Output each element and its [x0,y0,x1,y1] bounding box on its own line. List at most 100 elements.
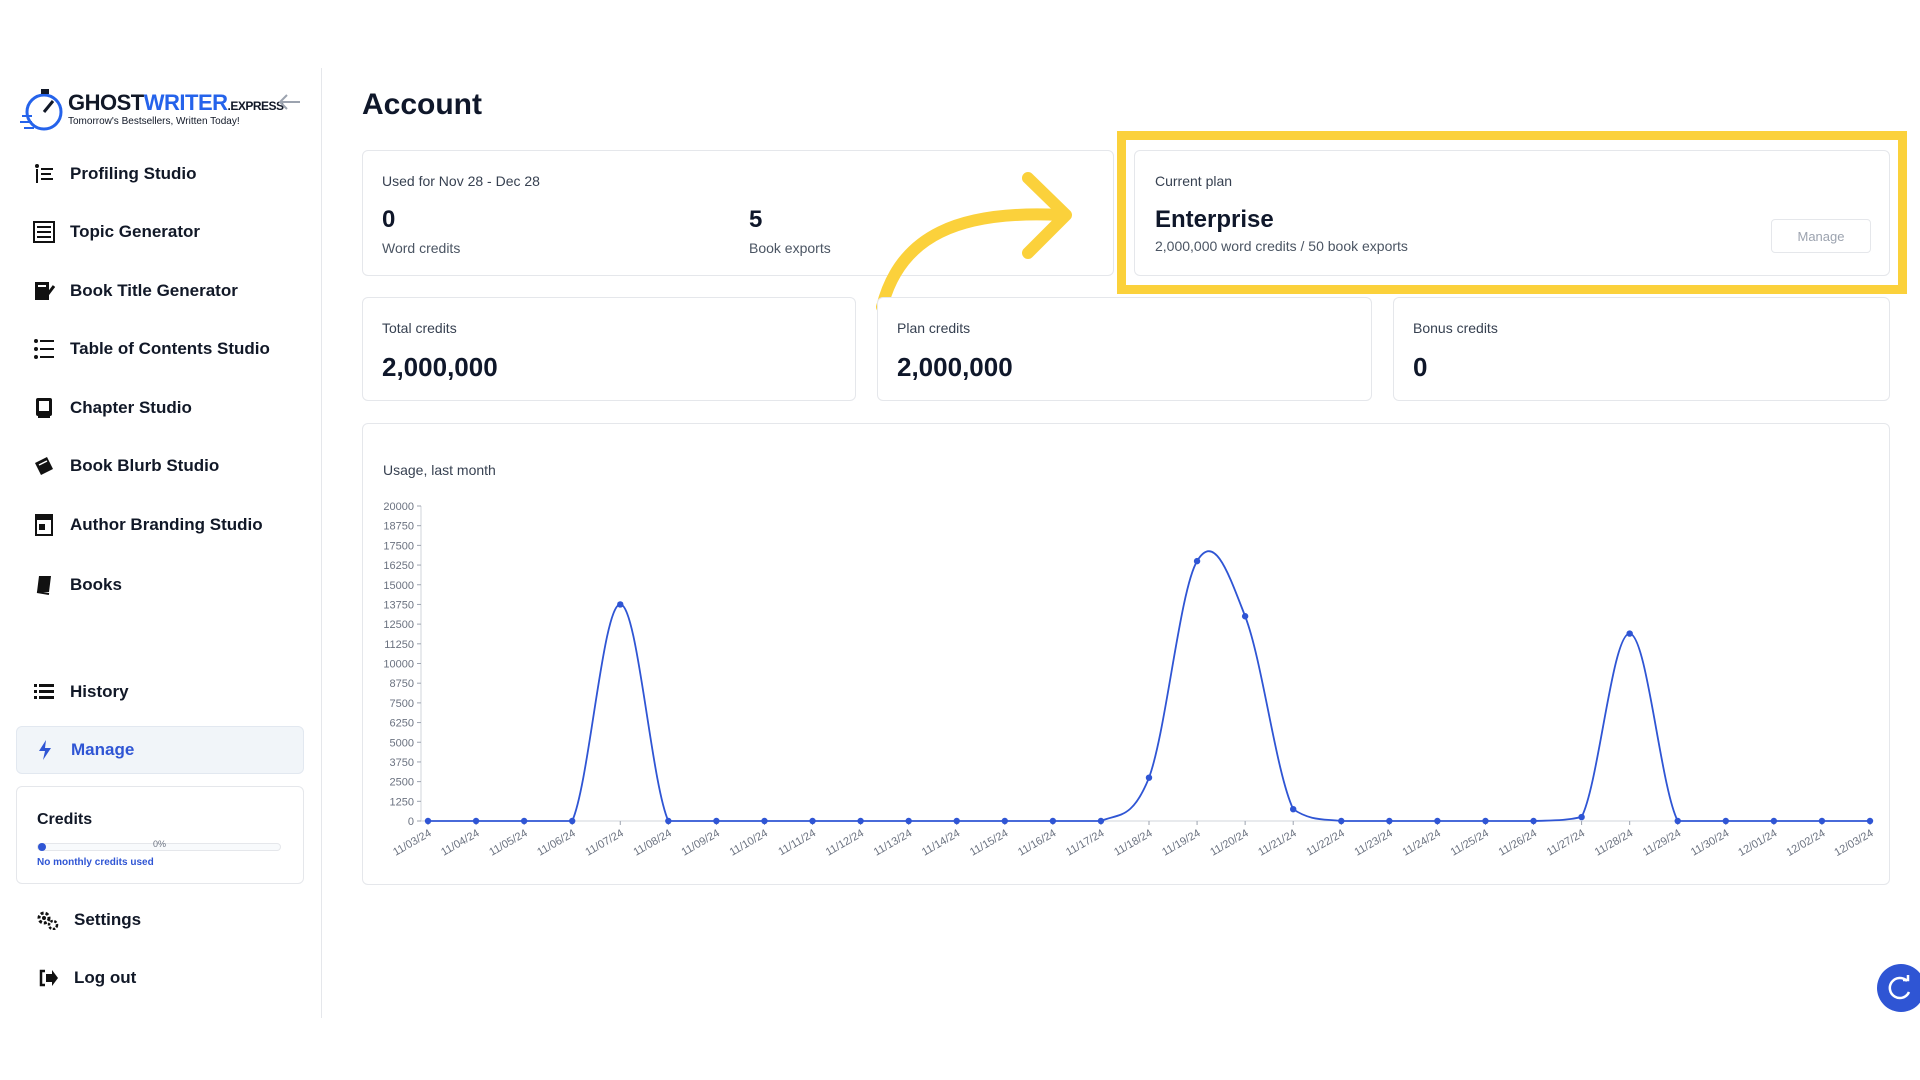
sidebar-item-label: History [70,682,129,701]
usage-data-point [520,817,528,825]
usage-data-point [1626,630,1633,637]
x-tick-label: 12/01/24 [1736,827,1779,859]
y-tick-label: 10000 [383,659,414,671]
total-credits-value: 2,000,000 [382,352,498,382]
x-tick-label: 11/30/24 [1689,827,1731,858]
usage-data-point [424,817,432,825]
x-tick-label: 12/03/24 [1832,827,1875,859]
x-tick-label: 11/14/24 [920,827,962,858]
y-tick-label: 6250 [390,718,414,730]
brand-name: GHOSTWRITER.EXPRESS [68,90,284,115]
sidebar-item-profiling-studio[interactable]: Profiling Studio [16,150,304,198]
sidebar-item-label: Books [70,575,122,594]
highlight-box [1117,131,1907,294]
usage-data-point [809,817,816,825]
credits-progress-fill [38,843,46,851]
sidebar-item-chapter-studio[interactable]: Chapter Studio [16,384,304,432]
plan-credits-value: 2,000,000 [897,352,1013,382]
y-tick-label: 17500 [383,540,414,552]
usage-data-point [857,817,864,825]
y-tick-label: 11250 [384,639,414,651]
x-tick-label: 11/15/24 [968,827,1010,858]
refresh-circle-icon [1888,975,1911,1000]
bonus-credits-card: Bonus credits 0 [1393,297,1890,401]
x-tick-label: 11/16/24 [1016,827,1058,858]
x-tick-label: 11/13/24 [872,827,914,858]
sidebar-item-topic-generator[interactable]: Topic Generator [16,208,304,256]
x-tick-label: 11/25/24 [1449,827,1491,858]
history-list-icon [32,680,56,704]
x-tick-label: 11/12/24 [824,827,866,858]
x-tick-label: 11/22/24 [1304,827,1346,858]
blurb-icon [32,454,56,478]
credits-title: Credits [37,811,93,828]
help-chat-button[interactable] [1877,964,1920,1012]
book-exports-label: Book exports [749,240,831,256]
x-tick-label: 11/27/24 [1545,827,1587,858]
chapter-icon [32,396,56,420]
x-tick-label: 11/08/24 [631,827,673,858]
usage-data-point [1338,817,1345,825]
sidebar-item-label: Book Title Generator [70,281,238,300]
y-tick-label: 13750 [383,599,414,611]
x-tick-label: 11/03/24 [391,827,433,858]
sidebar-item-history[interactable]: History [16,668,304,716]
sidebar-item-author-branding-studio[interactable]: Author Branding Studio [16,501,304,549]
sidebar-item-manage[interactable]: Manage [16,726,304,774]
sidebar-item-book-blurb-studio[interactable]: Book Blurb Studio [16,442,304,490]
sidebar-item-logout[interactable]: Log out [16,954,304,1002]
y-tick-label: 0 [408,816,414,828]
x-tick-label: 11/18/24 [1112,827,1154,858]
lightning-icon [33,738,57,762]
total-credits-label: Total credits [382,320,457,336]
credits-note: No monthly credits used [37,857,154,868]
x-tick-label: 11/26/24 [1497,827,1539,858]
y-tick-label: 8750 [390,678,414,690]
topic-icon [32,220,56,244]
usage-data-point [1049,817,1057,825]
plan-credits-card: Plan credits 2,000,000 [877,297,1372,401]
sidebar-item-label: Topic Generator [70,222,201,241]
x-tick-label: 11/09/24 [680,827,722,858]
usage-data-point [1001,817,1008,825]
y-tick-label: 7500 [390,698,414,710]
usage-data-point [1097,817,1105,825]
gears-icon [36,908,60,932]
sidebar-item-label: Log out [74,968,137,987]
page-title: Account [362,88,482,121]
usage-data-point [1770,817,1778,825]
usage-data-point [713,817,720,825]
sidebar-item-label: Table of Contents Studio [70,339,270,358]
sidebar-item-label: Manage [71,740,135,759]
usage-data-point [1722,817,1730,825]
usage-data-point [761,817,768,825]
y-tick-label: 16250 [383,560,414,572]
usage-data-point [1434,817,1441,825]
y-tick-label: 20000 [383,501,414,513]
usage-data-point [665,817,672,825]
sidebar-item-book-title-generator[interactable]: Book Title Generator [16,267,304,315]
usage-data-point [1145,774,1153,781]
brand-tagline: Tomorrow's Bestsellers, Written Today! [68,116,240,127]
list-icon [32,337,56,361]
usage-line-chart: 0 1250 2500 3750 5000 6250 7500 8750 10000 11250 1… [383,501,1875,859]
x-tick-label: 12/02/24 [1784,827,1827,859]
sidebar-item-settings[interactable]: Settings [16,896,304,944]
sidebar-item-table-of-contents-studio[interactable]: Table of Contents Studio [16,325,304,373]
usage-data-point [1290,805,1297,813]
collapse-sidebar-button[interactable] [274,90,304,114]
word-credits-value: 0 [382,206,396,233]
sidebar-item-books[interactable]: Books [16,561,304,609]
branding-icon [32,513,56,537]
usage-data-point [953,817,960,825]
usage-data-point [1866,817,1874,825]
credits-percent: 0% [153,839,167,849]
usage-data-point [569,817,576,825]
book-exports-value: 5 [749,206,763,233]
x-tick-label: 11/28/24 [1593,827,1635,858]
brand-logo[interactable]: GHOSTWRITER.EXPRESS Tomorrow's Bestselle… [20,86,284,136]
curved-arrow-annotation [876,172,1072,313]
plan-credits-label: Plan credits [897,320,971,336]
sidebar-item-label: Author Branding Studio [70,515,263,534]
usage-data-point [1530,817,1537,825]
